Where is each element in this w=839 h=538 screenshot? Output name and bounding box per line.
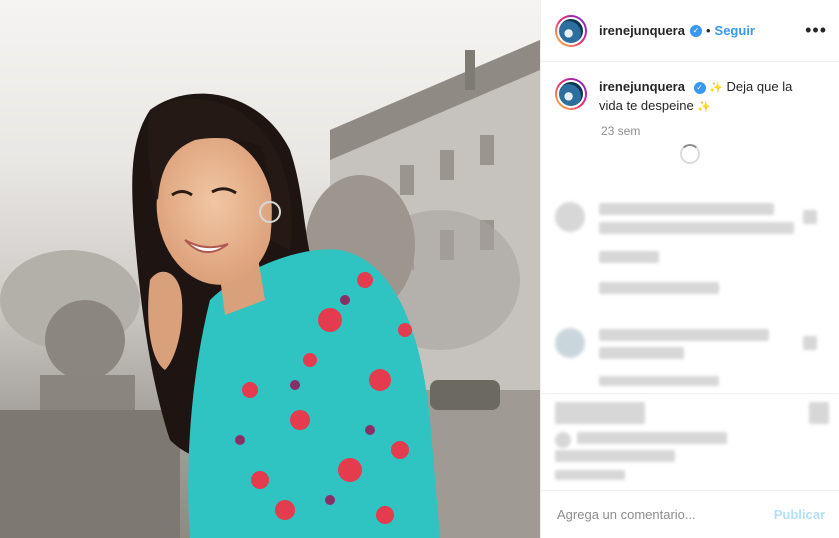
action-icons-blurred[interactable] — [555, 402, 645, 424]
caption-verified-badge-icon: ✓ — [693, 82, 706, 94]
post-actions-section — [541, 393, 839, 490]
comment-text-blurred — [599, 347, 684, 359]
caption-text-block: irenejunquera ✓ ✨ Deja que la vida te de… — [599, 78, 809, 116]
likes-text-blurred — [555, 450, 675, 462]
comment-meta-blurred — [599, 376, 719, 386]
verified-badge-icon: ✓ — [689, 24, 702, 37]
separator-dot: • — [705, 23, 711, 38]
sparkle-emoji: ✨ — [709, 82, 723, 94]
comment-meta-blurred — [599, 282, 719, 294]
heart-icon[interactable] — [803, 210, 817, 224]
comment-avatar-blurred[interactable] — [555, 202, 585, 232]
caption-avatar[interactable] — [555, 78, 587, 110]
post-side-panel: irenejunquera ✓ • Seguir ••• irenejunque… — [540, 0, 839, 538]
comment-text-blurred — [599, 251, 659, 263]
ellipsis-icon[interactable]: ••• — [805, 20, 827, 41]
sparkle-emoji-end: ✨ — [697, 101, 712, 113]
post-header: irenejunquera ✓ • Seguir ••• — [541, 0, 839, 62]
post-timestamp[interactable]: 23 sem — [601, 124, 839, 138]
liker-avatar-blurred — [555, 432, 571, 448]
comment-bar: Publicar — [541, 490, 839, 538]
bookmark-icon[interactable] — [809, 402, 829, 424]
comment-input[interactable] — [555, 506, 774, 523]
caption-username[interactable]: irenejunquera — [599, 79, 685, 94]
date-text-blurred — [555, 470, 625, 480]
comment-text-blurred — [599, 222, 794, 234]
header-username[interactable]: irenejunquera — [599, 23, 685, 38]
comment-text-blurred — [599, 203, 774, 215]
comment-avatar-blurred[interactable] — [555, 328, 585, 358]
likes-text-blurred — [577, 432, 727, 444]
instagram-post: irenejunquera ✓ • Seguir ••• irenejunque… — [0, 0, 839, 538]
publish-button[interactable]: Publicar — [774, 507, 825, 522]
heart-icon[interactable] — [803, 336, 817, 350]
post-image — [0, 40, 540, 538]
avatar[interactable] — [555, 14, 587, 47]
caption: irenejunquera ✓ ✨ Deja que la vida te de… — [541, 62, 839, 116]
comment-text-blurred — [599, 329, 769, 341]
follow-button[interactable]: Seguir — [715, 23, 755, 38]
loading-spinner-icon — [680, 144, 700, 164]
post-photo[interactable] — [0, 0, 540, 538]
